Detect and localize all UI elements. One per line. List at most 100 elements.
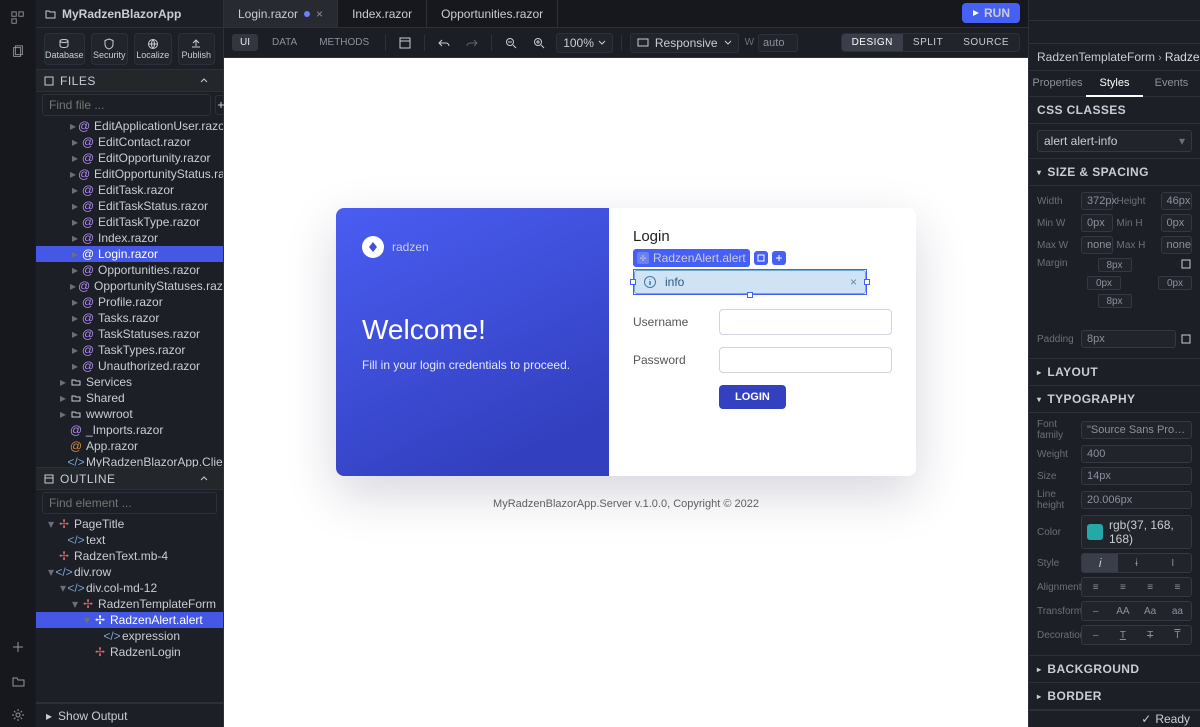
outline-expression[interactable]: </>expression xyxy=(36,628,223,644)
folder-wwwroot[interactable]: ▸wwwroot xyxy=(36,406,223,422)
tab-properties[interactable]: Properties xyxy=(1029,71,1086,96)
view-design[interactable]: DESIGN xyxy=(842,34,903,51)
selected-alert[interactable]: info × xyxy=(633,269,867,295)
sec-background[interactable]: ▸BACKGROUND xyxy=(1029,656,1200,683)
text-transform-row[interactable]: –AAAaaa xyxy=(1081,601,1192,621)
sel-action-1[interactable] xyxy=(754,251,768,265)
file-Tasks.razor[interactable]: ▸@Tasks.razor xyxy=(36,310,223,326)
file-Opportunities.razor[interactable]: ▸@Opportunities.razor xyxy=(36,262,223,278)
file-Index.razor[interactable]: ▸@Index.razor xyxy=(36,230,223,246)
zoom-in-icon[interactable] xyxy=(528,33,550,53)
tab-Opportunities.razor[interactable]: Opportunities.razor xyxy=(427,0,558,27)
outline-RadzenText.mb-4[interactable]: ✢RadzenText.mb-4 xyxy=(36,548,223,564)
save-layout-icon[interactable] xyxy=(394,33,416,53)
outline-RadzenAlert.alert[interactable]: ▾✢RadzenAlert.alert xyxy=(36,612,223,628)
file-TaskTypes.razor[interactable]: ▸@TaskTypes.razor xyxy=(36,342,223,358)
rail-copy-icon[interactable] xyxy=(6,40,30,64)
margin-top[interactable]: 8px xyxy=(1098,258,1132,272)
rail-components-icon[interactable] xyxy=(6,6,30,30)
view-source[interactable]: SOURCE xyxy=(953,34,1019,51)
file-TaskStatuses.razor[interactable]: ▸@TaskStatuses.razor xyxy=(36,326,223,342)
file-EditTaskStatus.razor[interactable]: ▸@EditTaskStatus.razor xyxy=(36,198,223,214)
margin-left[interactable]: 0px xyxy=(1087,276,1121,290)
link-padding-icon[interactable] xyxy=(1180,333,1192,345)
rail-open-icon[interactable] xyxy=(6,669,30,693)
security-button[interactable]: Security xyxy=(91,33,128,65)
minh-field[interactable]: 0px xyxy=(1161,214,1193,232)
file-Login.razor[interactable]: ▸@Login.razor xyxy=(36,246,223,262)
margin-right[interactable]: 0px xyxy=(1158,276,1192,290)
outline-div.row[interactable]: ▾</>div.row xyxy=(36,564,223,580)
file-Unauthorized.razor[interactable]: ▸@Unauthorized.razor xyxy=(36,358,223,374)
file-EditApplicationUser.razor[interactable]: ▸@EditApplicationUser.razor xyxy=(36,118,223,134)
rail-settings-icon[interactable] xyxy=(6,703,30,727)
padding-field[interactable]: 8px xyxy=(1081,330,1176,348)
font-style-row[interactable]: iiI xyxy=(1081,553,1192,573)
files-section-header[interactable]: FILES xyxy=(36,70,223,92)
css-classes-input[interactable]: alert alert-info▾ xyxy=(1037,130,1192,152)
file-_Imports.razor[interactable]: @_Imports.razor xyxy=(36,422,223,438)
font-family-field[interactable]: "Source Sans Pro", -apple-sy xyxy=(1081,421,1192,439)
outline-div.col-md-12[interactable]: ▾</>div.col-md-12 xyxy=(36,580,223,596)
password-input[interactable] xyxy=(719,347,892,373)
maxh-field[interactable]: none xyxy=(1161,236,1193,254)
run-button[interactable]: RUN xyxy=(962,3,1020,23)
font-weight-field[interactable]: 400 xyxy=(1081,445,1192,463)
breadcrumb[interactable]: RadzenTemplateForm › RadzenAlert.alert xyxy=(1029,44,1200,71)
width-input[interactable] xyxy=(758,34,798,52)
outline-RadzenTemplateForm[interactable]: ▾✢RadzenTemplateForm xyxy=(36,596,223,612)
rail-add-icon[interactable] xyxy=(6,635,30,659)
sec-layout[interactable]: ▸LAYOUT xyxy=(1029,359,1200,386)
view-segmented[interactable]: DESIGN SPLIT SOURCE xyxy=(841,33,1020,52)
line-height-field[interactable]: 20.006px xyxy=(1081,491,1192,509)
redo-icon[interactable] xyxy=(461,33,483,53)
outline-RadzenLogin[interactable]: ✢RadzenLogin xyxy=(36,644,223,660)
mode-data[interactable]: DATA xyxy=(264,34,305,51)
alert-close-icon[interactable]: × xyxy=(850,275,857,289)
tab-Index.razor[interactable]: Index.razor xyxy=(338,0,427,27)
outline-text[interactable]: </>text xyxy=(36,532,223,548)
find-file-input[interactable] xyxy=(42,94,211,116)
zoom-value[interactable]: 100% xyxy=(556,33,613,53)
file-MyRadzenBlazorApp.Client.csproj[interactable]: </>MyRadzenBlazorApp.Client.csproj xyxy=(36,454,223,468)
database-button[interactable]: Database xyxy=(44,33,85,65)
file-tree[interactable]: ▸@EditApplicationUser.razor▸@EditContact… xyxy=(36,118,223,468)
outline-PageTitle[interactable]: ▾✢PageTitle xyxy=(36,516,223,532)
find-element-input[interactable] xyxy=(42,492,217,514)
file-EditTask.razor[interactable]: ▸@EditTask.razor xyxy=(36,182,223,198)
link-margins-icon[interactable] xyxy=(1180,258,1192,270)
file-EditTaskType.razor[interactable]: ▸@EditTaskType.razor xyxy=(36,214,223,230)
sec-typo[interactable]: ▾TYPOGRAPHY xyxy=(1029,386,1200,413)
folder-Services[interactable]: ▸Services xyxy=(36,374,223,390)
file-Profile.razor[interactable]: ▸@Profile.razor xyxy=(36,294,223,310)
tab-styles[interactable]: Styles xyxy=(1086,71,1143,97)
height-field[interactable]: 46px xyxy=(1161,192,1193,210)
tab-events[interactable]: Events xyxy=(1143,71,1200,96)
localize-button[interactable]: Localize xyxy=(134,33,171,65)
color-field[interactable]: rgb(37, 168, 168) xyxy=(1081,515,1192,549)
zoom-out-icon[interactable] xyxy=(500,33,522,53)
text-align-row[interactable]: ≡≡≡≡ xyxy=(1081,577,1192,597)
tab-Login.razor[interactable]: Login.razor× xyxy=(224,0,338,27)
mode-methods[interactable]: METHODS xyxy=(311,34,377,51)
sel-action-2[interactable] xyxy=(772,251,786,265)
font-size-field[interactable]: 14px xyxy=(1081,467,1192,485)
selected-element-chip[interactable]: ✢RadzenAlert.alert xyxy=(633,249,750,267)
login-button[interactable]: LOGIN xyxy=(719,385,786,409)
mode-ui[interactable]: UI xyxy=(232,34,258,51)
responsive-select[interactable]: Responsive xyxy=(630,33,739,53)
folder-Shared[interactable]: ▸Shared xyxy=(36,390,223,406)
file-App.razor[interactable]: @App.razor xyxy=(36,438,223,454)
view-split[interactable]: SPLIT xyxy=(903,34,953,51)
file-EditContact.razor[interactable]: ▸@EditContact.razor xyxy=(36,134,223,150)
sec-border[interactable]: ▸BORDER xyxy=(1029,683,1200,710)
outline-tree[interactable]: ▾✢PageTitle</>text✢RadzenText.mb-4▾</>di… xyxy=(36,516,223,703)
file-EditOpportunityStatus.razor[interactable]: ▸@EditOpportunityStatus.razor xyxy=(36,166,223,182)
margin-bottom[interactable]: 8px xyxy=(1098,294,1132,308)
file-EditOpportunity.razor[interactable]: ▸@EditOpportunity.razor xyxy=(36,150,223,166)
publish-button[interactable]: Publish xyxy=(178,33,215,65)
show-output[interactable]: ▸Show Output xyxy=(36,703,223,727)
design-canvas[interactable]: radzen Welcome! Fill in your login crede… xyxy=(224,58,1028,727)
outline-section-header[interactable]: OUTLINE xyxy=(36,468,223,490)
username-input[interactable] xyxy=(719,309,892,335)
